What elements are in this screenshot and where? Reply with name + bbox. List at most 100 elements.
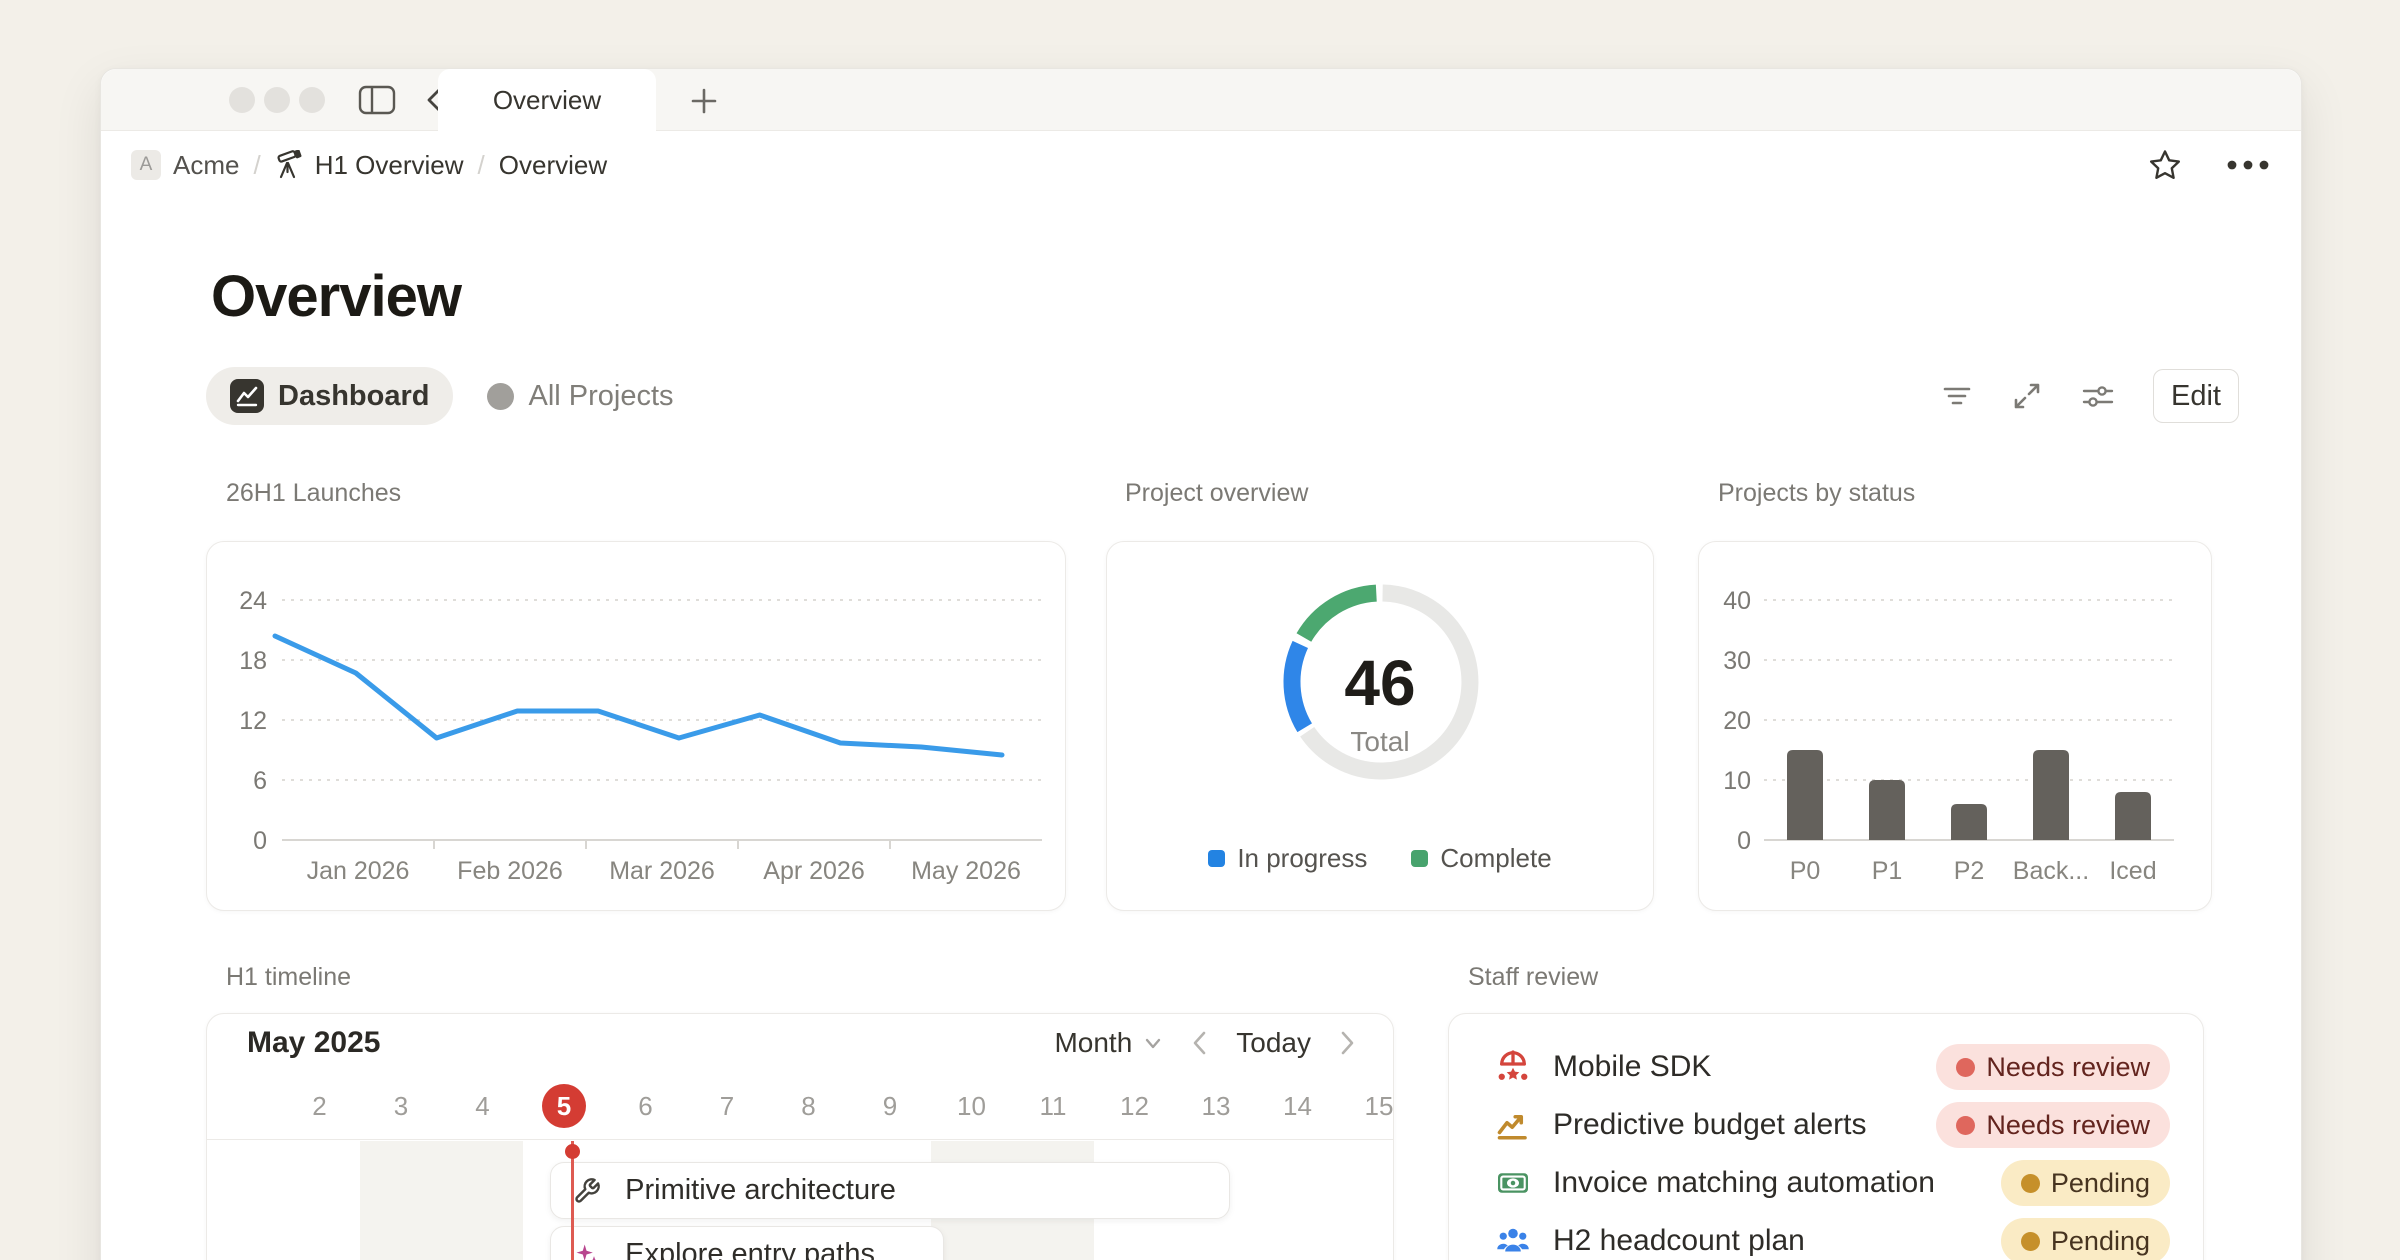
status-badge-label: Needs review	[1986, 1110, 2150, 1141]
workspace-avatar[interactable]: A	[131, 150, 161, 180]
traffic-light-minimize[interactable]	[264, 87, 290, 113]
svg-text:0: 0	[1737, 827, 1751, 855]
staff-item-label: Predictive budget alerts	[1553, 1108, 1936, 1142]
staff-item-label: Mobile SDK	[1553, 1050, 1936, 1084]
page-title: Overview	[211, 263, 461, 330]
staff-row[interactable]: Predictive budget alerts Needs review	[1449, 1096, 2203, 1154]
chart-up-icon	[1495, 1107, 1531, 1143]
status-badge[interactable]: Needs review	[1936, 1102, 2170, 1148]
breadcrumb-workspace[interactable]: Acme	[173, 150, 239, 181]
status-badge[interactable]: Pending	[2001, 1160, 2170, 1206]
timeline-day[interactable]: 13	[1191, 1072, 1241, 1140]
launches-line-chart: 24181260Jan 2026Feb 2026Mar 2026Apr 2026…	[207, 542, 1066, 911]
more-options-icon[interactable]	[2225, 158, 2271, 172]
workspace-avatar-letter: A	[140, 154, 153, 176]
section-label-staff: Staff review	[1468, 963, 1598, 992]
carousel-icon	[1495, 1049, 1531, 1085]
staff-row[interactable]: H2 headcount plan Pending	[1449, 1212, 2203, 1260]
view-tab-dashboard[interactable]: Dashboard	[206, 367, 453, 425]
timeline-day[interactable]: 3	[376, 1072, 426, 1140]
breadcrumb-parent[interactable]: H1 Overview	[315, 150, 464, 181]
svg-text:6: 6	[253, 767, 267, 795]
timeline-card: May 2025 Month Today 23456789 10 11 12 13 14 1…	[206, 1013, 1394, 1260]
section-label-timeline: H1 timeline	[226, 963, 351, 992]
donut-legend: In progress Complete	[1107, 843, 1653, 874]
section-label-status: Projects by status	[1718, 479, 1915, 508]
staff-row[interactable]: Invoice matching automation Pending	[1449, 1154, 2203, 1212]
timeline-day[interactable]: 14	[1273, 1072, 1323, 1140]
timeline-today-button[interactable]: Today	[1236, 1027, 1311, 1059]
legend-swatch-green	[1411, 850, 1428, 867]
new-tab-icon[interactable]	[686, 83, 722, 119]
status-dot-icon	[2021, 1174, 2040, 1193]
edit-button[interactable]: Edit	[2153, 369, 2239, 423]
timeline-day[interactable]: 11	[1028, 1072, 1078, 1140]
svg-text:Back...: Back...	[2013, 857, 2089, 885]
breadcrumb-separator: /	[253, 150, 260, 181]
timeline-day[interactable]: 2	[295, 1072, 345, 1140]
timeline-event-label: Explore entry paths	[625, 1238, 875, 1260]
today-marker-dot	[565, 1144, 580, 1159]
sidebar-toggle-icon[interactable]	[357, 84, 397, 116]
svg-text:P2: P2	[1954, 857, 1985, 885]
timeline-day[interactable]: 8	[784, 1072, 834, 1140]
legend-label-in-progress: In progress	[1237, 843, 1367, 874]
view-tab-dashboard-label: Dashboard	[278, 380, 429, 413]
page-actions	[2147, 132, 2271, 198]
favorite-star-icon[interactable]	[2147, 147, 2183, 183]
view-tab-all-projects[interactable]: All Projects	[487, 380, 673, 413]
status-card: 010203040P0P1P2Back...Iced	[1698, 541, 2212, 911]
legend-label-complete: Complete	[1440, 843, 1551, 874]
timeline-prev-icon[interactable]	[1190, 1030, 1210, 1056]
timeline-days-row: 2345678910111213141516	[207, 1072, 1393, 1140]
timeline-view-mode-dropdown[interactable]: Month	[1054, 1027, 1164, 1059]
timeline-event[interactable]: Explore entry paths	[550, 1226, 944, 1260]
svg-text:Jan 2026: Jan 2026	[307, 857, 410, 885]
timeline-day[interactable]: 10	[947, 1072, 997, 1140]
timeline-day[interactable]: 12	[1110, 1072, 1160, 1140]
timeline-month-label: May 2025	[247, 1026, 380, 1060]
status-badge[interactable]: Pending	[2001, 1218, 2170, 1260]
status-dot-icon	[1956, 1058, 1975, 1077]
svg-text:P0: P0	[1790, 857, 1821, 885]
timeline-day-today[interactable]: 5	[542, 1084, 586, 1128]
view-tabs: Dashboard All Projects	[206, 367, 674, 425]
expand-icon[interactable]	[2011, 380, 2043, 412]
telescope-icon	[275, 150, 305, 180]
timeline-next-icon[interactable]	[1337, 1030, 1357, 1056]
breadcrumb-current[interactable]: Overview	[499, 150, 607, 181]
svg-text:40: 40	[1723, 587, 1751, 615]
timeline-day[interactable]: 15	[1354, 1072, 1394, 1140]
traffic-light-zoom[interactable]	[299, 87, 325, 113]
launches-card: 24181260Jan 2026Feb 2026Mar 2026Apr 2026…	[206, 541, 1066, 911]
svg-text:18: 18	[239, 647, 267, 675]
traffic-light-close[interactable]	[229, 87, 255, 113]
timeline-day[interactable]: 4	[458, 1072, 508, 1140]
banknote-icon	[1495, 1165, 1531, 1201]
svg-text:20: 20	[1723, 707, 1751, 735]
view-tab-all-projects-label: All Projects	[528, 380, 673, 413]
staff-row[interactable]: Mobile SDK Needs review	[1449, 1038, 2203, 1096]
all-projects-icon	[487, 383, 514, 410]
staff-review-list: Mobile SDK Needs review Predict	[1449, 1038, 2203, 1260]
legend-swatch-blue	[1208, 850, 1225, 867]
filter-icon[interactable]	[1941, 380, 1973, 412]
staff-item-label: H2 headcount plan	[1553, 1224, 2001, 1258]
wrench-icon	[573, 1177, 601, 1205]
settings-sliders-icon[interactable]	[2081, 380, 2115, 412]
weekend-shading	[360, 1141, 523, 1260]
staff-review-card: Mobile SDK Needs review Predict	[1448, 1013, 2204, 1260]
svg-text:10: 10	[1723, 767, 1751, 795]
timeline-day[interactable]: 9	[865, 1072, 915, 1140]
dashboard-chart-icon	[230, 379, 264, 413]
timeline-event[interactable]: Primitive architecture	[550, 1162, 1230, 1219]
breadcrumb: A Acme / H1 Overview / Overview	[101, 132, 2301, 198]
timeline-day[interactable]: 6	[621, 1072, 671, 1140]
donut-total-label: Total	[1107, 726, 1653, 758]
status-badge[interactable]: Needs review	[1936, 1044, 2170, 1090]
timeline-header: May 2025 Month Today	[207, 1014, 1393, 1072]
tab-overview[interactable]: Overview	[438, 69, 656, 132]
timeline-day[interactable]: 7	[702, 1072, 752, 1140]
status-badge-label: Needs review	[1986, 1052, 2150, 1083]
legend-item-in-progress: In progress	[1208, 843, 1367, 874]
